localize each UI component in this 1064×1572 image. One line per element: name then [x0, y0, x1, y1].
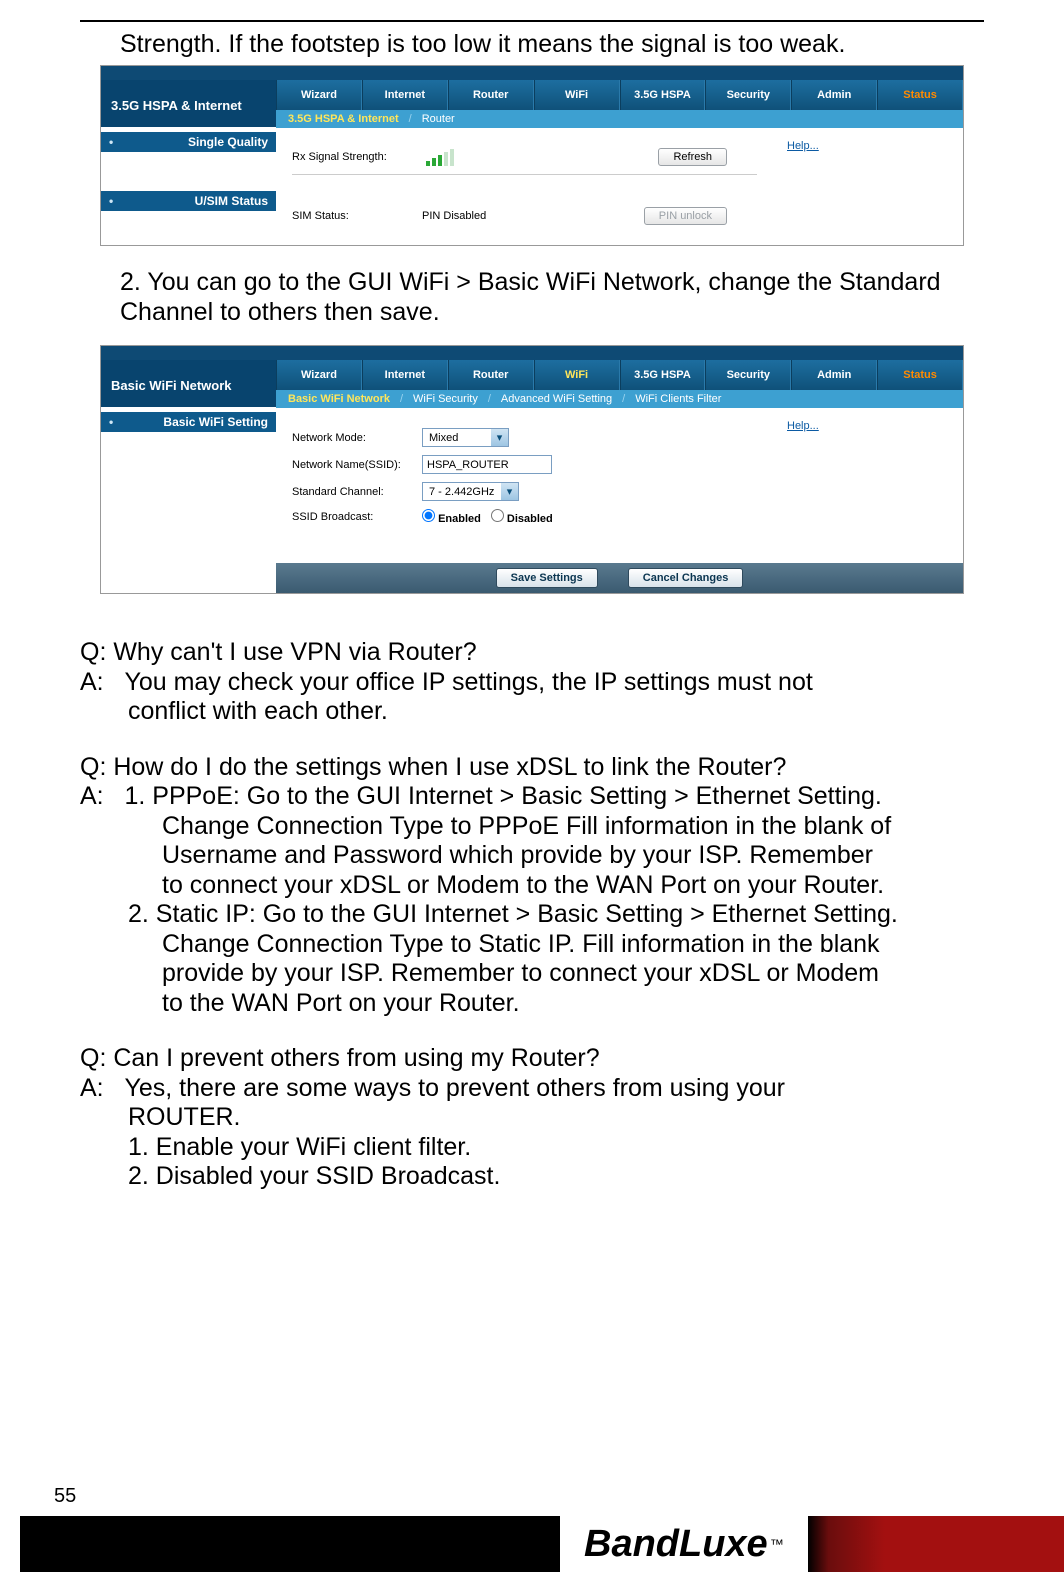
s1-side-single-quality[interactable]: Single Quality	[101, 132, 276, 152]
radio-disabled-input[interactable]	[491, 509, 504, 522]
s1-side-usim[interactable]: U/SIM Status	[101, 191, 276, 211]
tab-wifi[interactable]: WiFi	[534, 80, 620, 110]
step2-text: 2. You can go to the GUI WiFi > Basic Wi…	[80, 268, 984, 327]
s2-tab-hspa[interactable]: 3.5G HSPA	[620, 360, 706, 390]
page-number: 55	[54, 1485, 76, 1508]
bcast-label: SSID Broadcast:	[292, 511, 422, 523]
s1-help-link[interactable]: Help...	[787, 140, 819, 152]
sim-value: PIN Disabled	[422, 210, 486, 222]
a3-l2: ROUTER.	[80, 1103, 984, 1133]
s2-help-link[interactable]: Help...	[787, 420, 819, 432]
cancel-changes-button[interactable]: Cancel Changes	[628, 568, 744, 588]
mode-label: Network Mode:	[292, 432, 422, 444]
a1: You may check your office IP settings, t…	[124, 668, 812, 696]
rx-label: Rx Signal Strength:	[292, 151, 422, 163]
a3-1: 1. Enable your WiFi client filter.	[80, 1133, 984, 1163]
save-settings-button[interactable]: Save Settings	[496, 568, 598, 588]
s1-subtab-hspa[interactable]: 3.5G HSPA & Internet	[288, 113, 399, 125]
tab-status[interactable]: Status	[877, 80, 963, 110]
radio-enabled[interactable]: Enabled	[422, 509, 481, 525]
s2-sub-advanced[interactable]: Advanced WiFi Setting	[501, 393, 612, 405]
tab-internet[interactable]: Internet	[362, 80, 448, 110]
a2-1-l2: Change Connection Type to PPPoE Fill inf…	[80, 812, 984, 842]
brand-logo: BandLuxe™	[560, 1516, 808, 1572]
a2-1-start: 1. PPPoE: Go to the GUI Internet > Basic…	[124, 782, 881, 810]
q1: Q: Why can't I use VPN via Router?	[80, 638, 984, 668]
tab-admin[interactable]: Admin	[791, 80, 877, 110]
s2-sub-clients[interactable]: WiFi Clients Filter	[635, 393, 721, 405]
a3-prefix: A:	[80, 1074, 104, 1102]
ssid-label: Network Name(SSID):	[292, 459, 422, 471]
a2-2-l2: Change Connection Type to Static IP. Fil…	[80, 930, 984, 960]
s2-tab-router[interactable]: Router	[448, 360, 534, 390]
tab-hspa[interactable]: 3.5G HSPA	[620, 80, 706, 110]
a2-1-l4: to connect your xDSL or Modem to the WAN…	[80, 871, 984, 901]
chevron-down-icon: ▾	[501, 483, 518, 500]
screenshot-hspa: 3.5G HSPA & Internet Wizard Internet Rou…	[100, 65, 964, 246]
a2-2-l4: to the WAN Port on your Router.	[80, 989, 984, 1019]
s2-tab-internet[interactable]: Internet	[362, 360, 448, 390]
q2: Q: How do I do the settings when I use x…	[80, 753, 984, 783]
s2-tab-wifi[interactable]: WiFi	[534, 360, 620, 390]
tab-security[interactable]: Security	[705, 80, 791, 110]
ssid-input[interactable]	[422, 455, 552, 474]
q3: Q: Can I prevent others from using my Ro…	[80, 1044, 984, 1074]
lead-text: Strength. If the footstep is too low it …	[120, 30, 984, 59]
chan-label: Standard Channel:	[292, 486, 422, 498]
s2-tab-wizard[interactable]: Wizard	[276, 360, 362, 390]
signal-bars-icon	[426, 149, 454, 166]
a1-prefix: A:	[80, 668, 104, 696]
tab-wizard[interactable]: Wizard	[276, 80, 362, 110]
s2-tab-status[interactable]: Status	[877, 360, 963, 390]
top-rule	[80, 20, 984, 22]
a2-prefix: A:	[80, 782, 104, 810]
a2-1-l3: Username and Password which provide by y…	[80, 841, 984, 871]
chan-value: 7 - 2.442GHz	[423, 486, 501, 498]
s2-side-basic[interactable]: Basic WiFi Setting	[101, 412, 276, 432]
sim-label: SIM Status:	[292, 210, 422, 222]
s2-sub-basic[interactable]: Basic WiFi Network	[288, 393, 390, 405]
radio-enabled-input[interactable]	[422, 509, 435, 522]
pin-unlock-button[interactable]: PIN unlock	[644, 207, 727, 225]
refresh-button[interactable]: Refresh	[658, 148, 727, 166]
channel-select[interactable]: 7 - 2.442GHz ▾	[422, 482, 519, 501]
a1-cont: conflict with each other.	[80, 697, 984, 727]
screenshot-wifi: Basic WiFi Network Wizard Internet Route…	[100, 345, 964, 594]
a2-2-l3: provide by your ISP. Remember to connect…	[80, 959, 984, 989]
chevron-down-icon: ▾	[491, 429, 508, 446]
a3-2: 2. Disabled your SSID Broadcast.	[80, 1162, 984, 1192]
s2-side-title: Basic WiFi Network	[101, 360, 276, 407]
tab-router[interactable]: Router	[448, 80, 534, 110]
mode-select[interactable]: Mixed ▾	[422, 428, 509, 447]
s1-subtab-router[interactable]: Router	[422, 113, 455, 125]
s2-tab-security[interactable]: Security	[705, 360, 791, 390]
s2-sub-security[interactable]: WiFi Security	[413, 393, 478, 405]
footer: BandLuxe™	[20, 1516, 1064, 1572]
a3-l1: Yes, there are some ways to prevent othe…	[124, 1074, 785, 1102]
s2-tab-admin[interactable]: Admin	[791, 360, 877, 390]
radio-disabled[interactable]: Disabled	[491, 509, 553, 525]
mode-value: Mixed	[423, 432, 491, 444]
a2-2-l1: 2. Static IP: Go to the GUI Internet > B…	[80, 900, 984, 930]
s1-side-title: 3.5G HSPA & Internet	[101, 80, 276, 127]
